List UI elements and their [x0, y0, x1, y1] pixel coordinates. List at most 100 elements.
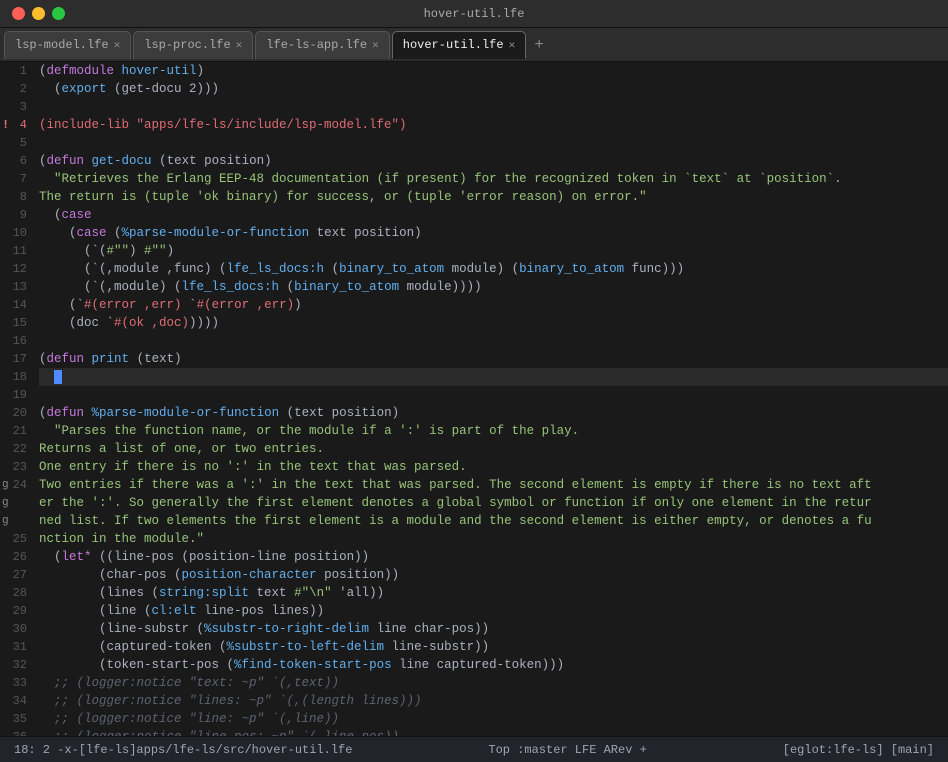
gutter-24c	[0, 512, 35, 530]
line-28: (line (cl:elt line-pos lines))	[39, 602, 948, 620]
line-16	[39, 332, 948, 350]
statusbar: 18: 2 -x-[lfe-ls]apps/lfe-ls/src/hover-u…	[0, 736, 948, 762]
line-23: One entry if there is no ':' in the text…	[39, 458, 948, 476]
gutter-23: 23	[0, 458, 35, 476]
gutter-26: 26	[0, 548, 35, 566]
line-numbers: 1 2 3 4 5 6 7 8 9 10 11 12 13 14 15 16 1…	[0, 62, 35, 736]
line-32: ;; (logger:notice "text: ~p" `(,text))	[39, 674, 948, 692]
gutter-20: 20	[0, 404, 35, 422]
gutter-9: 9	[0, 206, 35, 224]
tab-close-icon[interactable]: ✕	[236, 38, 243, 52]
gutter-24: 24	[0, 476, 35, 494]
line-24wrap3: nction in the module."	[39, 530, 948, 548]
gutter-7: 7	[0, 170, 35, 188]
gutter-18: 18	[0, 368, 35, 386]
maximize-button[interactable]	[52, 7, 65, 20]
gutter-3: 3	[0, 98, 35, 116]
gutter-4: 4	[0, 116, 35, 134]
new-tab-button[interactable]: +	[528, 34, 550, 56]
code-area[interactable]: 1 2 3 4 5 6 7 8 9 10 11 12 13 14 15 16 1…	[0, 62, 948, 736]
gutter-25: 25	[0, 530, 35, 548]
line-22: Returns a list of one, or two entries.	[39, 440, 948, 458]
tab-lfe-ls-app[interactable]: lfe-ls-app.lfe ✕	[255, 31, 389, 59]
gutter-21: 21	[0, 422, 35, 440]
line-13: (`(,module) (lfe_ls_docs:h (binary_to_at…	[39, 278, 948, 296]
line-8: The return is (tuple 'ok binary) for suc…	[39, 188, 948, 206]
line-26: (char-pos (position-character position))	[39, 566, 948, 584]
tab-lsp-model[interactable]: lsp-model.lfe ✕	[4, 31, 131, 59]
gutter-11: 11	[0, 242, 35, 260]
tabbar: lsp-model.lfe ✕ lsp-proc.lfe ✕ lfe-ls-ap…	[0, 28, 948, 62]
line-12: (`(,module ,func) (lfe_ls_docs:h (binary…	[39, 260, 948, 278]
line-24wrap1: er the ':'. So generally the first eleme…	[39, 494, 948, 512]
titlebar: hover-util.lfe	[0, 0, 948, 28]
gutter-36: 36	[0, 728, 35, 736]
gutter-10: 10	[0, 224, 35, 242]
gutter-19: 19	[0, 386, 35, 404]
close-button[interactable]	[12, 7, 25, 20]
line-15: (doc `#(ok ,doc)))))	[39, 314, 948, 332]
line-6: (defun get-docu (text position)	[39, 152, 948, 170]
statusbar-right: [eglot:lfe-ls] [main]	[777, 743, 940, 757]
line-2: (export (get-docu 2)))	[39, 80, 948, 98]
tab-close-icon[interactable]: ✕	[372, 38, 379, 52]
line-21: "Parses the function name, or the module…	[39, 422, 948, 440]
line-7: "Retrieves the Erlang EEP-48 documentati…	[39, 170, 948, 188]
tab-lsp-proc[interactable]: lsp-proc.lfe ✕	[133, 31, 253, 59]
line-24wrap2: ned list. If two elements the first elem…	[39, 512, 948, 530]
gutter-24b	[0, 494, 35, 512]
gutter-29: 29	[0, 602, 35, 620]
statusbar-position: 18: 2 -x-[lfe-ls]apps/lfe-ls/src/hover-u…	[8, 743, 358, 757]
line-1: (defmodule hover-util)	[39, 62, 948, 80]
gutter-5: 5	[0, 134, 35, 152]
gutter-6: 6	[0, 152, 35, 170]
editor: 1 2 3 4 5 6 7 8 9 10 11 12 13 14 15 16 1…	[0, 62, 948, 736]
line-10: (case (%parse-module-or-function text po…	[39, 224, 948, 242]
gutter-27: 27	[0, 566, 35, 584]
line-17: (defun print (text)	[39, 350, 948, 368]
gutter-14: 14	[0, 296, 35, 314]
gutter-17: 17	[0, 350, 35, 368]
line-4: (include-lib "apps/lfe-ls/include/lsp-mo…	[39, 116, 948, 134]
statusbar-scroll: Top :master LFE ARev +	[482, 743, 652, 757]
statusbar-center: Top :master LFE ARev +	[358, 743, 776, 757]
gutter-1: 1	[0, 62, 35, 80]
line-3	[39, 98, 948, 116]
tab-close-icon[interactable]: ✕	[114, 38, 121, 52]
gutter-8: 8	[0, 188, 35, 206]
line-24: Two entries if there was a ':' in the te…	[39, 476, 948, 494]
window-controls	[12, 7, 65, 20]
gutter-30: 30	[0, 620, 35, 638]
gutter-33: 33	[0, 674, 35, 692]
line-30: (captured-token (%substr-to-left-delim l…	[39, 638, 948, 656]
tab-close-icon[interactable]: ✕	[509, 38, 516, 52]
tab-label: lsp-model.lfe	[15, 38, 109, 52]
window-title: hover-util.lfe	[424, 7, 525, 21]
line-27: (lines (string:split text #"\n" 'all))	[39, 584, 948, 602]
line-29: (line-substr (%substr-to-right-delim lin…	[39, 620, 948, 638]
line-20: (defun %parse-module-or-function (text p…	[39, 404, 948, 422]
line-19	[39, 386, 948, 404]
gutter-28: 28	[0, 584, 35, 602]
tab-label: lfe-ls-app.lfe	[266, 38, 367, 52]
gutter-16: 16	[0, 332, 35, 350]
gutter-31: 31	[0, 638, 35, 656]
tab-hover-util[interactable]: hover-util.lfe ✕	[392, 31, 526, 59]
gutter-2: 2	[0, 80, 35, 98]
line-34: ;; (logger:notice "line: ~p" `(,line))	[39, 710, 948, 728]
line-35: ;; (logger:notice "line-pos: ~p" `(,line…	[39, 728, 948, 736]
gutter-35: 35	[0, 710, 35, 728]
minimize-button[interactable]	[32, 7, 45, 20]
line-25: (let* ((line-pos (position-line position…	[39, 548, 948, 566]
gutter-12: 12	[0, 260, 35, 278]
line-5	[39, 134, 948, 152]
gutter-13: 13	[0, 278, 35, 296]
line-31: (token-start-pos (%find-token-start-pos …	[39, 656, 948, 674]
line-33: ;; (logger:notice "lines: ~p" `(,(length…	[39, 692, 948, 710]
tab-label: hover-util.lfe	[403, 38, 504, 52]
line-14: (`#(error ,err) `#(error ,err))	[39, 296, 948, 314]
statusbar-mode: [eglot:lfe-ls] [main]	[777, 743, 940, 757]
statusbar-left: 18: 2 -x-[lfe-ls]apps/lfe-ls/src/hover-u…	[8, 743, 358, 757]
code-content[interactable]: (defmodule hover-util) (export (get-docu…	[35, 62, 948, 736]
gutter-34: 34	[0, 692, 35, 710]
